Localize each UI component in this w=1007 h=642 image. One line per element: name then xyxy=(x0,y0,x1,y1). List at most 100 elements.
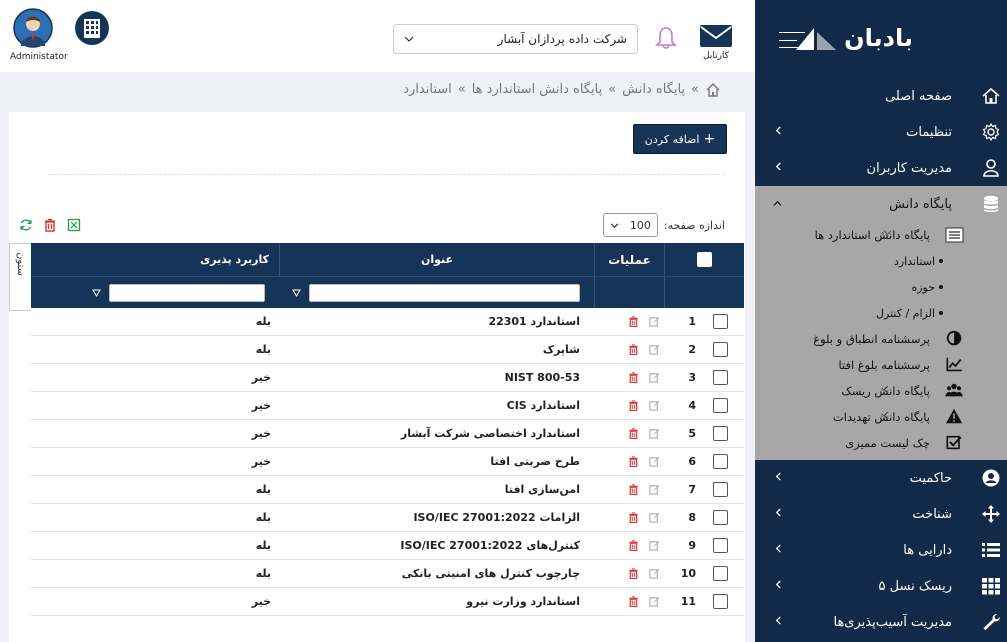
sidebar-item-user-management[interactable]: مدیریت کاربران xyxy=(755,150,1007,186)
sidebar-item-home[interactable]: صفحه اصلی xyxy=(755,78,1007,114)
table-row[interactable]: 8 الزامات ISO/IEC 27001:2022 بله xyxy=(31,504,744,532)
table-row[interactable]: 7 امن‌سازی افتا بله xyxy=(31,476,744,504)
sidebar-item-settings[interactable]: تنظیمات xyxy=(755,114,1007,150)
sidebar-item-discovery[interactable]: شناخت xyxy=(755,496,1007,532)
home-icon[interactable] xyxy=(705,82,721,97)
header-ops[interactable]: عملیات xyxy=(594,243,664,276)
sidebar-subitem-standard[interactable]: استاندارد xyxy=(755,248,1007,274)
breadcrumb-item-standards-kb[interactable]: پایگاه دانش استاندارد ها xyxy=(472,82,602,97)
sidebar-item-audit-checklist[interactable]: چک لیست ممیزی xyxy=(755,430,1007,456)
row-checkbox[interactable] xyxy=(712,538,728,553)
edit-icon[interactable] xyxy=(649,568,660,579)
row-actions xyxy=(594,336,664,363)
header-applicability[interactable]: کاربرد پذیری xyxy=(31,243,279,276)
delete-icon[interactable] xyxy=(628,344,639,355)
header-title[interactable]: عنوان xyxy=(279,243,594,276)
sidebar-item-threats-kb[interactable]: پایگاه دانش تهدیدات xyxy=(755,404,1007,430)
sidebar-item-risk-gen5[interactable]: ریسک نسل ۵ xyxy=(755,568,1007,604)
sidebar-item-assets[interactable]: دارایی ها xyxy=(755,532,1007,568)
menu-toggle[interactable] xyxy=(779,32,805,48)
edit-icon[interactable] xyxy=(649,428,660,439)
half-circle-icon xyxy=(946,330,962,346)
row-checkbox[interactable] xyxy=(712,454,728,469)
table-row[interactable]: 4 استاندارد CIS خیر xyxy=(31,392,744,420)
sidebar-item-kb[interactable]: پایگاه دانش xyxy=(755,186,1007,222)
sidebar-item-vulnerability-management[interactable]: مدیریت آسیب‌پذیری‌ها xyxy=(755,604,1007,640)
edit-icon[interactable] xyxy=(649,512,660,523)
delete-icon[interactable] xyxy=(628,540,639,551)
sidebar-item-standards-kb-label: پایگاه دانش استاندارد ها xyxy=(814,228,930,242)
row-checkbox[interactable] xyxy=(712,510,728,525)
filter-spacer xyxy=(664,277,744,308)
row-checkbox[interactable] xyxy=(712,398,728,413)
filter-applicability-input[interactable] xyxy=(109,283,265,302)
divider xyxy=(49,174,725,175)
company-select[interactable]: شرکت داده پردازان آبشار xyxy=(393,24,638,54)
refresh-icon[interactable] xyxy=(19,218,33,232)
table-row[interactable]: 1 استاندارد 22301 بله xyxy=(31,308,744,336)
row-checkbox[interactable] xyxy=(712,342,728,357)
edit-icon[interactable] xyxy=(649,372,660,383)
delete-icon[interactable] xyxy=(628,456,639,467)
edit-icon[interactable] xyxy=(649,484,660,495)
row-checkbox[interactable] xyxy=(712,482,728,497)
table-row[interactable]: 11 استاندارد وزارت نیرو خیر xyxy=(31,588,744,616)
notifications-button[interactable] xyxy=(655,26,677,53)
edit-icon[interactable] xyxy=(649,540,660,551)
table-row[interactable]: 10 چارچوب کنترل های امنیتی بانکی بله xyxy=(31,560,744,588)
delete-icon[interactable] xyxy=(628,428,639,439)
excel-export-icon[interactable] xyxy=(67,218,81,232)
sidebar-item-standards-kb[interactable]: پایگاه دانش استاندارد ها xyxy=(755,222,1007,248)
organization-button[interactable] xyxy=(74,10,110,49)
table-row[interactable]: 3 NIST 800-53 خیر xyxy=(31,364,744,392)
table-row[interactable]: 5 استاندارد اختصاصی شرکت آبشار خیر xyxy=(31,420,744,448)
row-checkbox[interactable] xyxy=(712,594,728,609)
add-button[interactable]: + اضافه کردن xyxy=(633,124,727,154)
table-row[interactable]: 6 طرح ضربتی افتا خیر xyxy=(31,448,744,476)
sidebar-subitem-requirement-control[interactable]: الزام / کنترل xyxy=(755,300,1007,326)
sidebar-item-label: پایگاه دانش تهدیدات xyxy=(832,410,930,424)
sidebar-item-label: چک لیست ممیزی xyxy=(845,436,930,450)
sidebar-item-risk-kb[interactable]: پایگاه دانش ریسک xyxy=(755,378,1007,404)
sidebar-subitem-domain[interactable]: حوزه xyxy=(755,274,1007,300)
delete-icon[interactable] xyxy=(628,372,639,383)
row-checkbox[interactable] xyxy=(712,314,728,329)
edit-icon[interactable] xyxy=(649,344,660,355)
row-checkbox[interactable] xyxy=(712,426,728,441)
delete-icon[interactable] xyxy=(628,568,639,579)
edit-icon[interactable] xyxy=(649,400,660,411)
delete-icon[interactable] xyxy=(628,316,639,327)
delete-icon[interactable] xyxy=(628,512,639,523)
row-applicability: بله xyxy=(255,567,271,580)
edit-icon[interactable] xyxy=(649,456,660,467)
grid-icon xyxy=(982,578,1000,595)
filter-icon[interactable] xyxy=(92,289,101,297)
delete-icon[interactable] xyxy=(43,218,57,232)
sidebar-menu-bottom: حاکمیت شناخت دارایی ها ریسک نسل ۵ مدیریت آسی… xyxy=(755,460,1007,640)
page-size-select[interactable]: 100 xyxy=(602,213,658,237)
breadcrumb-sep: » xyxy=(608,82,617,97)
filter-icon[interactable] xyxy=(292,289,301,297)
row-checkbox[interactable] xyxy=(712,566,728,581)
sidebar-item-governance[interactable]: حاکمیت xyxy=(755,460,1007,496)
select-all-checkbox[interactable] xyxy=(697,252,712,267)
chevron-left-icon xyxy=(775,472,781,481)
table-row[interactable]: 9 کنترل‌های ISO/IEC 27001:2022 بله xyxy=(31,532,744,560)
edit-icon[interactable] xyxy=(649,596,660,607)
delete-icon[interactable] xyxy=(628,400,639,411)
table-row[interactable]: 2 شاپرک بله xyxy=(31,336,744,364)
row-applicability: بله xyxy=(255,315,271,328)
row-select-cell xyxy=(696,364,744,391)
user-profile[interactable]: Administator xyxy=(10,8,68,62)
delete-icon[interactable] xyxy=(628,596,639,607)
delete-icon[interactable] xyxy=(628,484,639,495)
edit-icon[interactable] xyxy=(649,316,660,327)
cartable-button[interactable]: کارتابل xyxy=(698,24,734,61)
sidebar-subs: پرسشنامه انطباق و بلوغ پرسشنامه بلوغ افتا… xyxy=(755,326,1007,460)
sidebar-item-compliance-questionnaire[interactable]: پرسشنامه انطباق و بلوغ xyxy=(755,326,1007,352)
columns-tab[interactable]: ستون xyxy=(9,243,31,311)
row-checkbox[interactable] xyxy=(712,370,728,385)
breadcrumb-item-kb[interactable]: پایگاه دانش xyxy=(622,82,685,97)
sidebar-item-afta-maturity-questionnaire[interactable]: پرسشنامه بلوغ افتا xyxy=(755,352,1007,378)
filter-title-input[interactable] xyxy=(309,283,580,302)
